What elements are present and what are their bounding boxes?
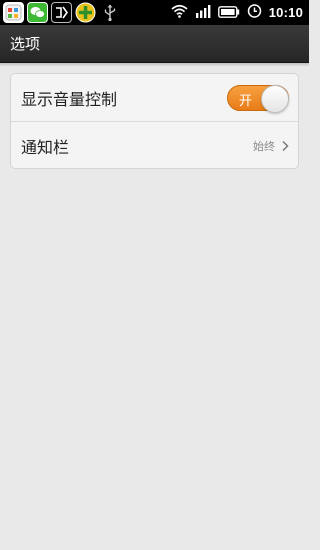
title-bar: 选项 [0, 25, 309, 63]
toggle-knob [261, 84, 289, 113]
app-manager-icon [3, 2, 24, 23]
alarm-icon [247, 3, 262, 22]
clock: 10:10 [268, 5, 303, 20]
setting-label: 通知栏 [21, 137, 70, 157]
toggle-on-label: 开 [239, 93, 253, 109]
settings-list: 显示音量控制 开 通知栏 始终 [10, 73, 299, 169]
wechat-icon [27, 2, 48, 23]
audio-manager-icon [51, 2, 72, 23]
setting-value: 始终 [253, 139, 275, 153]
chevron-right-icon [281, 140, 289, 152]
status-bar: 10:10 [0, 0, 309, 25]
game-center-icon [75, 2, 96, 23]
system-icons: 10:10 [171, 0, 309, 25]
volume-control-toggle[interactable]: 开 [227, 84, 289, 113]
setting-row-notification-bar[interactable]: 通知栏 始终 [11, 121, 298, 169]
setting-row-volume-control[interactable]: 显示音量控制 开 [11, 74, 298, 121]
page-title: 选项 [10, 35, 41, 53]
notification-icons [0, 0, 120, 25]
setting-label: 显示音量控制 [21, 89, 118, 109]
signal-icon [195, 3, 211, 22]
usb-icon [99, 2, 120, 23]
battery-icon [217, 3, 240, 22]
title-bar-shadow [0, 63, 309, 67]
wifi-icon [171, 3, 188, 22]
